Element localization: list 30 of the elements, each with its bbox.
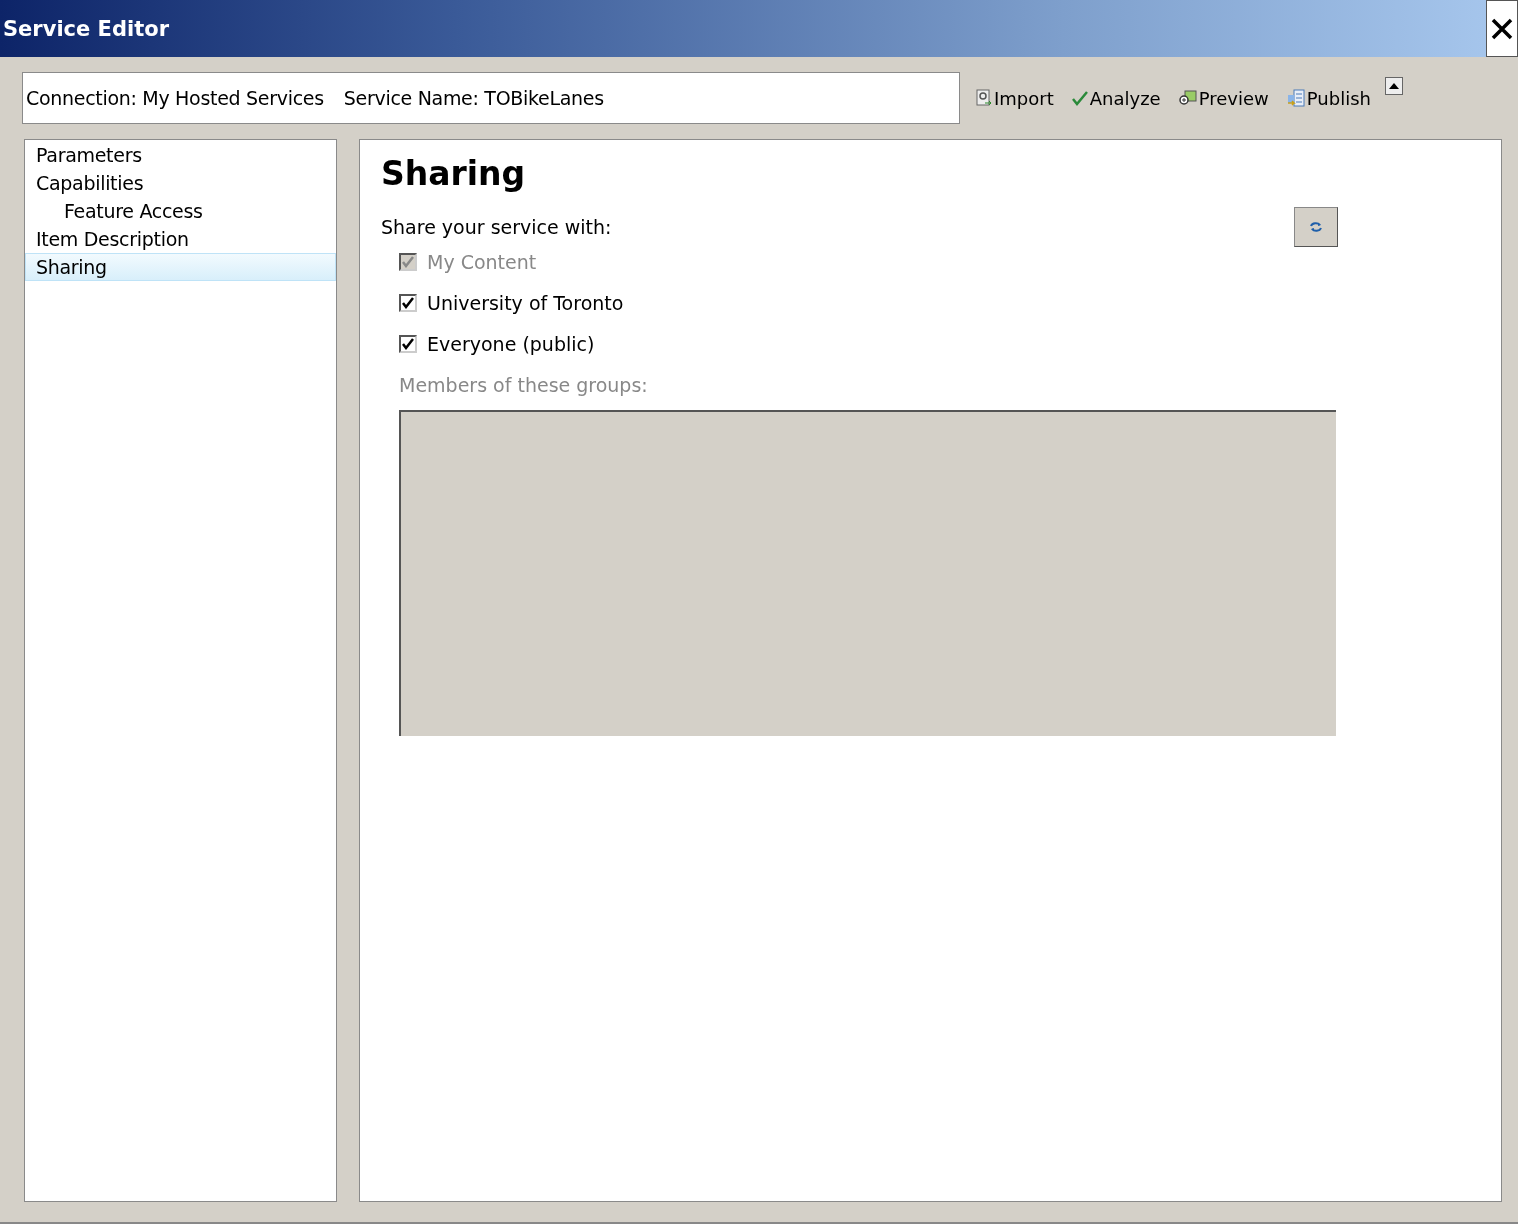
publish-button[interactable]: Publish bbox=[1286, 87, 1371, 109]
connection-text: Connection: My Hosted Services bbox=[26, 87, 324, 109]
panel-heading: Sharing bbox=[381, 154, 527, 193]
tree-item[interactable]: Sharing bbox=[25, 253, 336, 281]
server-arrow-icon bbox=[1286, 89, 1305, 107]
gear-document-icon bbox=[976, 89, 992, 107]
tree-item[interactable]: Feature Access bbox=[25, 197, 336, 225]
up-triangle-icon bbox=[1388, 83, 1399, 89]
close-icon bbox=[1490, 16, 1514, 41]
tree-item[interactable]: Item Description bbox=[25, 225, 336, 253]
checkmark-icon bbox=[1071, 90, 1088, 106]
tree-item[interactable]: Capabilities bbox=[25, 169, 336, 197]
analyze-button[interactable]: Analyze bbox=[1071, 87, 1161, 109]
share-prompt: Share your service with: bbox=[381, 216, 612, 238]
checkbox-label: University of Toronto bbox=[427, 292, 624, 314]
preview-button[interactable]: Preview bbox=[1178, 87, 1269, 109]
window-title: Service Editor bbox=[2, 16, 169, 41]
groups-label: Members of these groups: bbox=[399, 374, 649, 396]
checkbox-label: My Content bbox=[427, 251, 537, 273]
magnifier-picture-icon bbox=[1178, 90, 1197, 106]
import-button[interactable]: Import bbox=[976, 87, 1054, 109]
checkbox[interactable] bbox=[399, 294, 417, 312]
checkbox[interactable] bbox=[399, 335, 417, 353]
collapse-button[interactable] bbox=[1384, 77, 1403, 95]
tree-item[interactable]: Parameters bbox=[25, 141, 336, 169]
refresh-icon bbox=[1309, 221, 1323, 233]
close-button[interactable] bbox=[1486, 0, 1518, 57]
checkbox-label: Everyone (public) bbox=[427, 333, 595, 355]
service-name-text: Service Name: TOBikeLanes bbox=[343, 87, 604, 109]
refresh-button[interactable] bbox=[1294, 207, 1338, 247]
